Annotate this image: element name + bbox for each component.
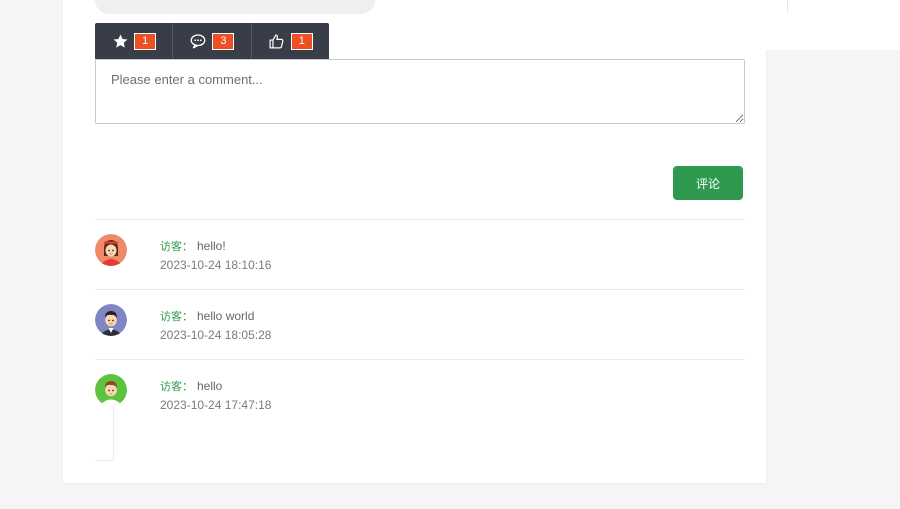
star-icon (111, 32, 129, 50)
comment-timestamp: 2023-10-24 18:10:16 (160, 258, 272, 272)
page: 1 3 1 评论 (0, 0, 900, 509)
comment-item: 访客： hello! 2023-10-24 18:10:16 (95, 219, 745, 289)
sidebar-card (739, 0, 900, 50)
content-pill (95, 0, 375, 14)
avatar-girl-red-icon (95, 234, 127, 266)
comment-author: 访客： (160, 240, 193, 253)
list-end-stub (95, 405, 114, 461)
action-bar: 1 3 1 (95, 23, 329, 59)
comment-body: 访客： hello 2023-10-24 17:47:18 (160, 377, 271, 414)
favorite-button[interactable]: 1 (95, 23, 174, 59)
thumbs-up-icon (268, 32, 286, 50)
avatar-boy-green-icon (95, 374, 127, 406)
comment-author: 访客： (160, 310, 193, 323)
comments-button[interactable]: 3 (173, 23, 252, 59)
favorite-count-badge: 1 (134, 32, 157, 50)
comment-item: 访客： hello world 2023-10-24 18:05:28 (95, 289, 745, 359)
sidebar-divider (787, 0, 788, 12)
comment-message: hello! (197, 239, 226, 253)
comment-author: 访客： (160, 380, 193, 393)
comment-message: hello world (197, 309, 255, 323)
like-button[interactable]: 1 (252, 23, 329, 59)
comment-body: 访客： hello! 2023-10-24 18:10:16 (160, 237, 271, 274)
comment-list: 访客： hello! 2023-10-24 18:10:16 访客： hello… (95, 219, 745, 429)
submit-comment-button[interactable]: 评论 (673, 166, 743, 200)
like-count-badge: 1 (290, 32, 313, 50)
comment-message: hello (197, 379, 223, 393)
comment-timestamp: 2023-10-24 18:05:28 (160, 328, 272, 342)
comment-input[interactable] (95, 59, 745, 124)
comment-count-badge: 3 (212, 32, 235, 50)
chat-bubble-icon (189, 32, 207, 50)
comment-body: 访客： hello world 2023-10-24 18:05:28 (160, 307, 271, 344)
comment-timestamp: 2023-10-24 17:47:18 (160, 398, 272, 412)
avatar-boy-purple-icon (95, 304, 127, 336)
comment-item: 访客： hello 2023-10-24 17:47:18 (95, 359, 745, 429)
